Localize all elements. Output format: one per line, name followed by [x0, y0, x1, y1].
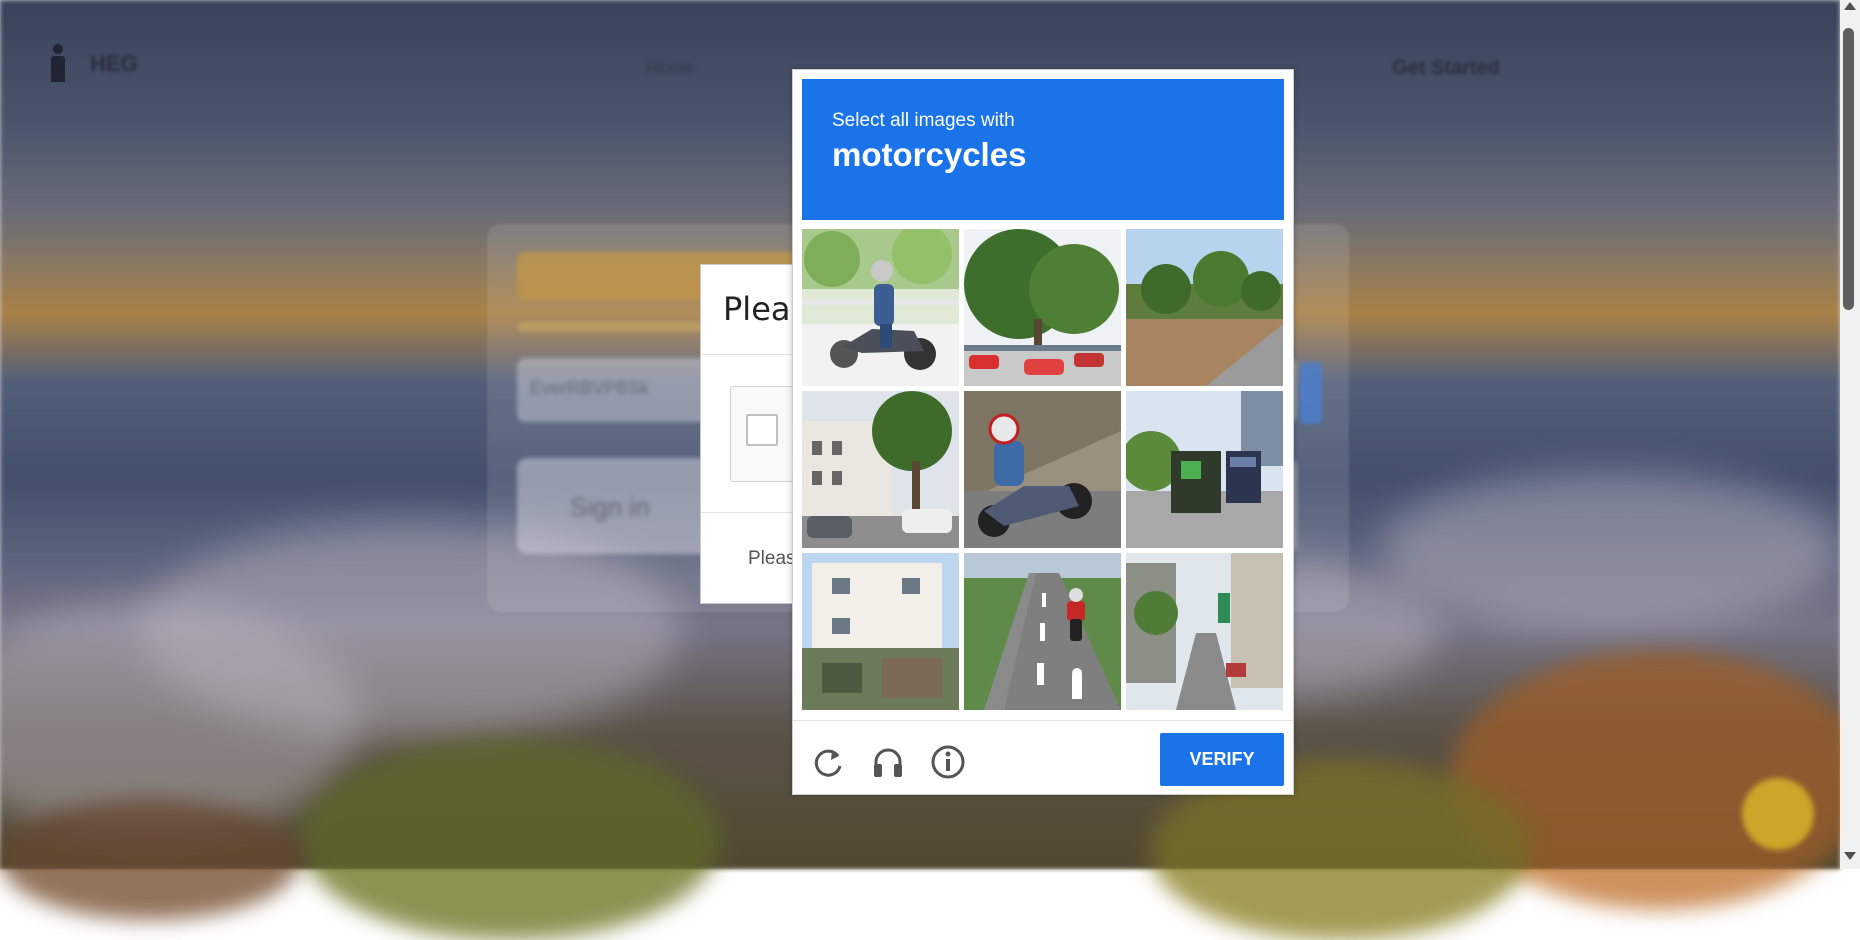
challenge-instruction: Select all images with — [832, 110, 1015, 131]
challenge-tile-grid — [802, 229, 1286, 711]
challenge-tile-4[interactable] — [802, 391, 959, 548]
challenge-tile-2[interactable] — [964, 229, 1121, 386]
challenge-target: motorcycles — [832, 136, 1027, 173]
background-signin-label: Sign in — [570, 492, 650, 522]
verify-button[interactable]: VERIFY — [1160, 733, 1284, 786]
challenge-tile-6[interactable] — [1126, 391, 1283, 548]
site-logo: HEG — [48, 44, 138, 84]
challenge-tile-8[interactable] — [964, 553, 1121, 710]
challenge-tile-9[interactable] — [1126, 553, 1283, 710]
scrollbar-thumb[interactable] — [1843, 28, 1854, 310]
captcha-challenge: Select all images with motorcycles VERIF… — [792, 69, 1294, 795]
scroll-down-arrow-icon[interactable] — [1844, 852, 1856, 860]
challenge-tile-3[interactable] — [1126, 229, 1283, 386]
background-input-value: EverRBVPBSk — [530, 378, 650, 398]
scroll-up-arrow-icon[interactable] — [1844, 2, 1856, 10]
anchor-footer-text: Pleas — [748, 548, 796, 569]
challenge-tile-5[interactable] — [964, 391, 1121, 548]
challenge-tile-1[interactable] — [802, 229, 959, 386]
get-started-link[interactable]: Get Started — [1392, 57, 1500, 80]
site-name: HEG — [90, 51, 138, 76]
challenge-header: Select all images with motorcycles — [802, 79, 1284, 220]
challenge-footer-divider — [793, 720, 1293, 721]
info-icon[interactable] — [928, 742, 968, 782]
audio-icon[interactable] — [868, 742, 908, 782]
logo-icon — [48, 44, 68, 84]
chat-widget-button[interactable] — [1742, 778, 1814, 850]
background-blue-button[interactable] — [1300, 362, 1322, 424]
reload-icon[interactable] — [808, 742, 848, 782]
anchor-checkbox[interactable] — [746, 414, 778, 446]
challenge-tile-7[interactable] — [802, 553, 959, 710]
nav-item-home[interactable]: Home — [646, 58, 694, 79]
